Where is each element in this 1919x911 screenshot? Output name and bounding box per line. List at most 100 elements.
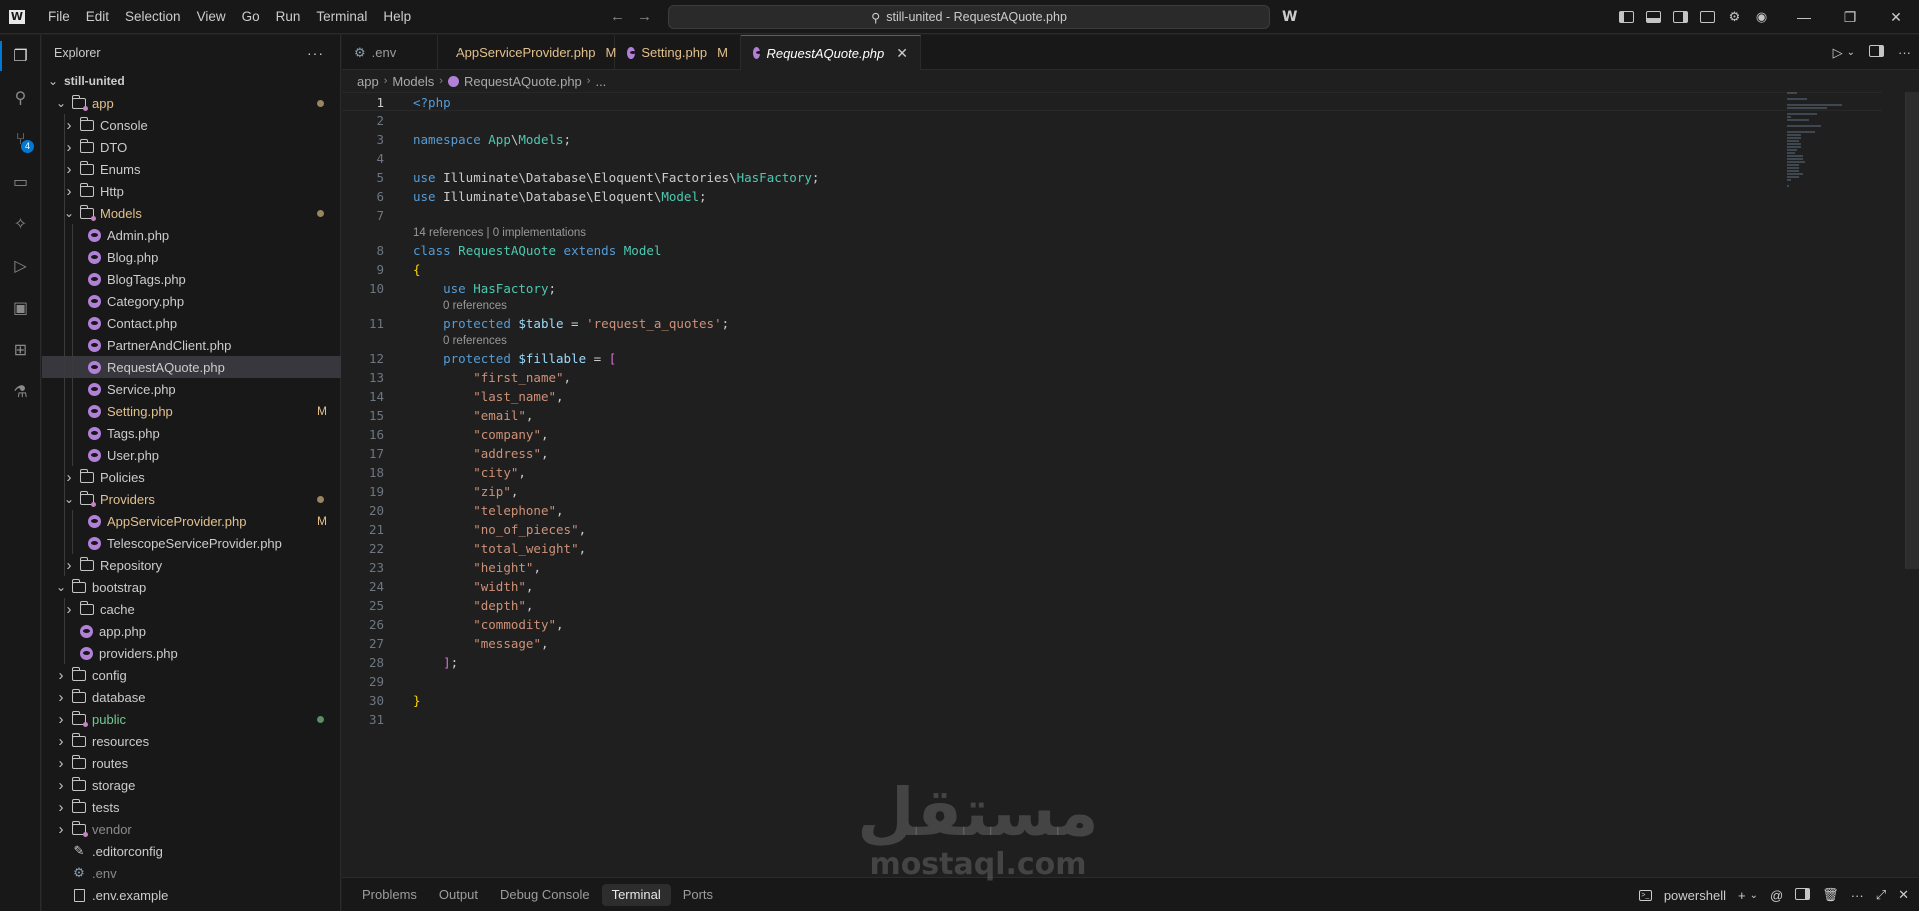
tab-setting-php[interactable]: Setting.php M: [615, 35, 741, 70]
tree-item-http[interactable]: › Http: [42, 180, 341, 202]
panel-tab-problems[interactable]: Problems: [352, 884, 427, 906]
tree-item-blogtags-php[interactable]: ›BlogTags.php: [42, 268, 341, 290]
more-actions-icon[interactable]: ···: [307, 45, 324, 61]
tree-item-cache[interactable]: › cache: [42, 598, 341, 620]
tree-item-editorconfig[interactable]: ›✎.editorconfig: [42, 840, 341, 862]
tree-item-env-example[interactable]: ›.env.example: [42, 884, 341, 906]
panel-tab-terminal[interactable]: Terminal: [601, 883, 671, 906]
split-terminal-icon[interactable]: [1795, 887, 1811, 903]
codelens-class-references[interactable]: 14 references | 0 implementations: [342, 225, 1882, 241]
tree-item-models[interactable]: ⌄ Models: [42, 202, 341, 224]
menu-file[interactable]: File: [40, 0, 78, 34]
close-panel-icon[interactable]: ✕: [1898, 887, 1909, 903]
terminal-shell-label[interactable]: powershell: [1664, 888, 1726, 903]
tree-item-console[interactable]: › Console: [42, 114, 341, 136]
flask-icon[interactable]: ⚗: [0, 371, 41, 413]
tree-item-admin-php[interactable]: ›Admin.php: [42, 224, 341, 246]
tree-item-tags-php[interactable]: ›Tags.php: [42, 422, 341, 444]
panel-tab-ports[interactable]: Ports: [673, 884, 723, 906]
tab-requestaquote-php[interactable]: RequestAQuote.php ✕: [741, 35, 921, 70]
menu-view[interactable]: View: [189, 0, 234, 34]
menu-edit[interactable]: Edit: [78, 0, 117, 34]
map-icon[interactable]: ▭: [0, 161, 41, 203]
breadcrumb-item[interactable]: ...: [595, 74, 606, 89]
chevron-down-icon[interactable]: ⌄: [1750, 890, 1758, 901]
tree-item-routes[interactable]: › routes: [42, 752, 341, 774]
menu-selection[interactable]: Selection: [117, 0, 189, 34]
tree-item-vendor[interactable]: › vendor: [42, 818, 341, 840]
tree-item-enums[interactable]: › Enums: [42, 158, 341, 180]
tree-item-public[interactable]: › public: [42, 708, 341, 730]
tree-item-tests[interactable]: › tests: [42, 796, 341, 818]
breadcrumb-item[interactable]: RequestAQuote.php: [464, 74, 582, 89]
tree-item-contact-php[interactable]: ›Contact.php: [42, 312, 341, 334]
close-window-icon[interactable]: ✕: [1873, 0, 1919, 34]
codelens-fillable-references[interactable]: 0 references: [342, 333, 1882, 349]
tree-item-resources[interactable]: › resources: [42, 730, 341, 752]
remote-explorer-icon[interactable]: ▣: [0, 287, 41, 329]
command-center[interactable]: ⚲ still-united - RequestAQuote.php: [668, 5, 1270, 29]
run-icon[interactable]: ▷: [1833, 45, 1843, 61]
tree-item-dto[interactable]: › DTO: [42, 136, 341, 158]
tree-item-providers-php[interactable]: ›providers.php: [42, 642, 341, 664]
forward-arrow-icon[interactable]: →: [637, 8, 652, 25]
panel-tab-output[interactable]: Output: [429, 884, 488, 906]
breadcrumb-item[interactable]: app: [357, 74, 379, 89]
tree-item-repository[interactable]: › Repository: [42, 554, 341, 576]
settings-gear-icon[interactable]: ⚙: [1726, 9, 1743, 26]
tab-env[interactable]: ⚙ .env: [342, 35, 438, 70]
toggle-panel-icon[interactable]: [1645, 9, 1662, 26]
search-icon[interactable]: ⚲: [0, 77, 41, 119]
tree-item-setting-php[interactable]: ›Setting.phpM: [42, 400, 341, 422]
split-editor-icon[interactable]: [1869, 45, 1884, 60]
menu-go[interactable]: Go: [234, 0, 268, 34]
tree-item-storage[interactable]: › storage: [42, 774, 341, 796]
tree-item-policies[interactable]: › Policies: [42, 466, 341, 488]
chevron-down-icon[interactable]: ⌄: [1847, 47, 1855, 58]
tree-item-app-php[interactable]: ›app.php: [42, 620, 341, 642]
menu-help[interactable]: Help: [375, 0, 419, 34]
code-editor[interactable]: 1 <?php 2 3 namespace App\Models; 4 5 use I…: [342, 92, 1882, 729]
panel-tab-debug-console[interactable]: Debug Console: [490, 884, 600, 906]
tree-item-still-united[interactable]: ⌄ still-united: [42, 70, 341, 92]
customize-layout-icon[interactable]: [1699, 9, 1716, 26]
more-panel-actions-icon[interactable]: ···: [1851, 888, 1864, 903]
menu-run[interactable]: Run: [268, 0, 309, 34]
source-control-icon[interactable]: ⑂ 4: [0, 119, 41, 161]
tree-item-config[interactable]: › config: [42, 664, 341, 686]
account-icon[interactable]: ◉: [1753, 9, 1770, 26]
tree-item-partnerandclient-php[interactable]: ›PartnerAndClient.php: [42, 334, 341, 356]
breadcrumb-item[interactable]: Models: [392, 74, 434, 89]
tree-item-blog-php[interactable]: ›Blog.php: [42, 246, 341, 268]
menu-terminal[interactable]: Terminal: [308, 0, 375, 34]
tree-item-appserviceprovider-php[interactable]: ›AppServiceProvider.phpM: [42, 510, 341, 532]
tree-item-category-php[interactable]: ›Category.php: [42, 290, 341, 312]
new-terminal-icon[interactable]: +: [1738, 888, 1746, 903]
tree-item-requestaquote-php[interactable]: ›RequestAQuote.php: [42, 356, 341, 378]
testing-icon[interactable]: ▷: [0, 245, 41, 287]
minimap[interactable]: [1787, 92, 1847, 192]
tree-item-user-php[interactable]: ›User.php: [42, 444, 341, 466]
restore-icon[interactable]: ❐: [1827, 0, 1873, 34]
extensions-icon[interactable]: ⊞: [0, 329, 41, 371]
tree-item-service-php[interactable]: ›Service.php: [42, 378, 341, 400]
explorer-icon[interactable]: ❐: [0, 35, 41, 77]
minimize-icon[interactable]: —: [1781, 0, 1827, 34]
tab-appserviceprovider-php[interactable]: AppServiceProvider.php M: [438, 35, 616, 70]
tree-item-env[interactable]: ›⚙.env: [42, 862, 341, 884]
tree-item-providers[interactable]: ⌄ Providers: [42, 488, 341, 510]
trash-icon[interactable]: 🗑: [1822, 887, 1839, 903]
more-editor-actions-icon[interactable]: ···: [1898, 45, 1911, 60]
tree-item-telescopeserviceprovider-php[interactable]: ›TelescopeServiceProvider.php: [42, 532, 341, 554]
toggle-primary-sidebar-icon[interactable]: [1618, 9, 1635, 26]
tree-item-database[interactable]: › database: [42, 686, 341, 708]
maximize-panel-icon[interactable]: ⤢: [1876, 887, 1886, 903]
tree-item-app[interactable]: ⌄ app: [42, 92, 341, 114]
close-icon[interactable]: ✕: [896, 45, 908, 62]
run-debug-icon[interactable]: ✧: [0, 203, 41, 245]
vertical-scrollbar[interactable]: [1905, 92, 1919, 569]
toggle-secondary-sidebar-icon[interactable]: [1672, 9, 1689, 26]
windsurf-logo-icon[interactable]: W: [1282, 9, 1297, 25]
copilot-icon[interactable]: @: [1770, 888, 1783, 903]
back-arrow-icon[interactable]: ←: [610, 8, 625, 25]
